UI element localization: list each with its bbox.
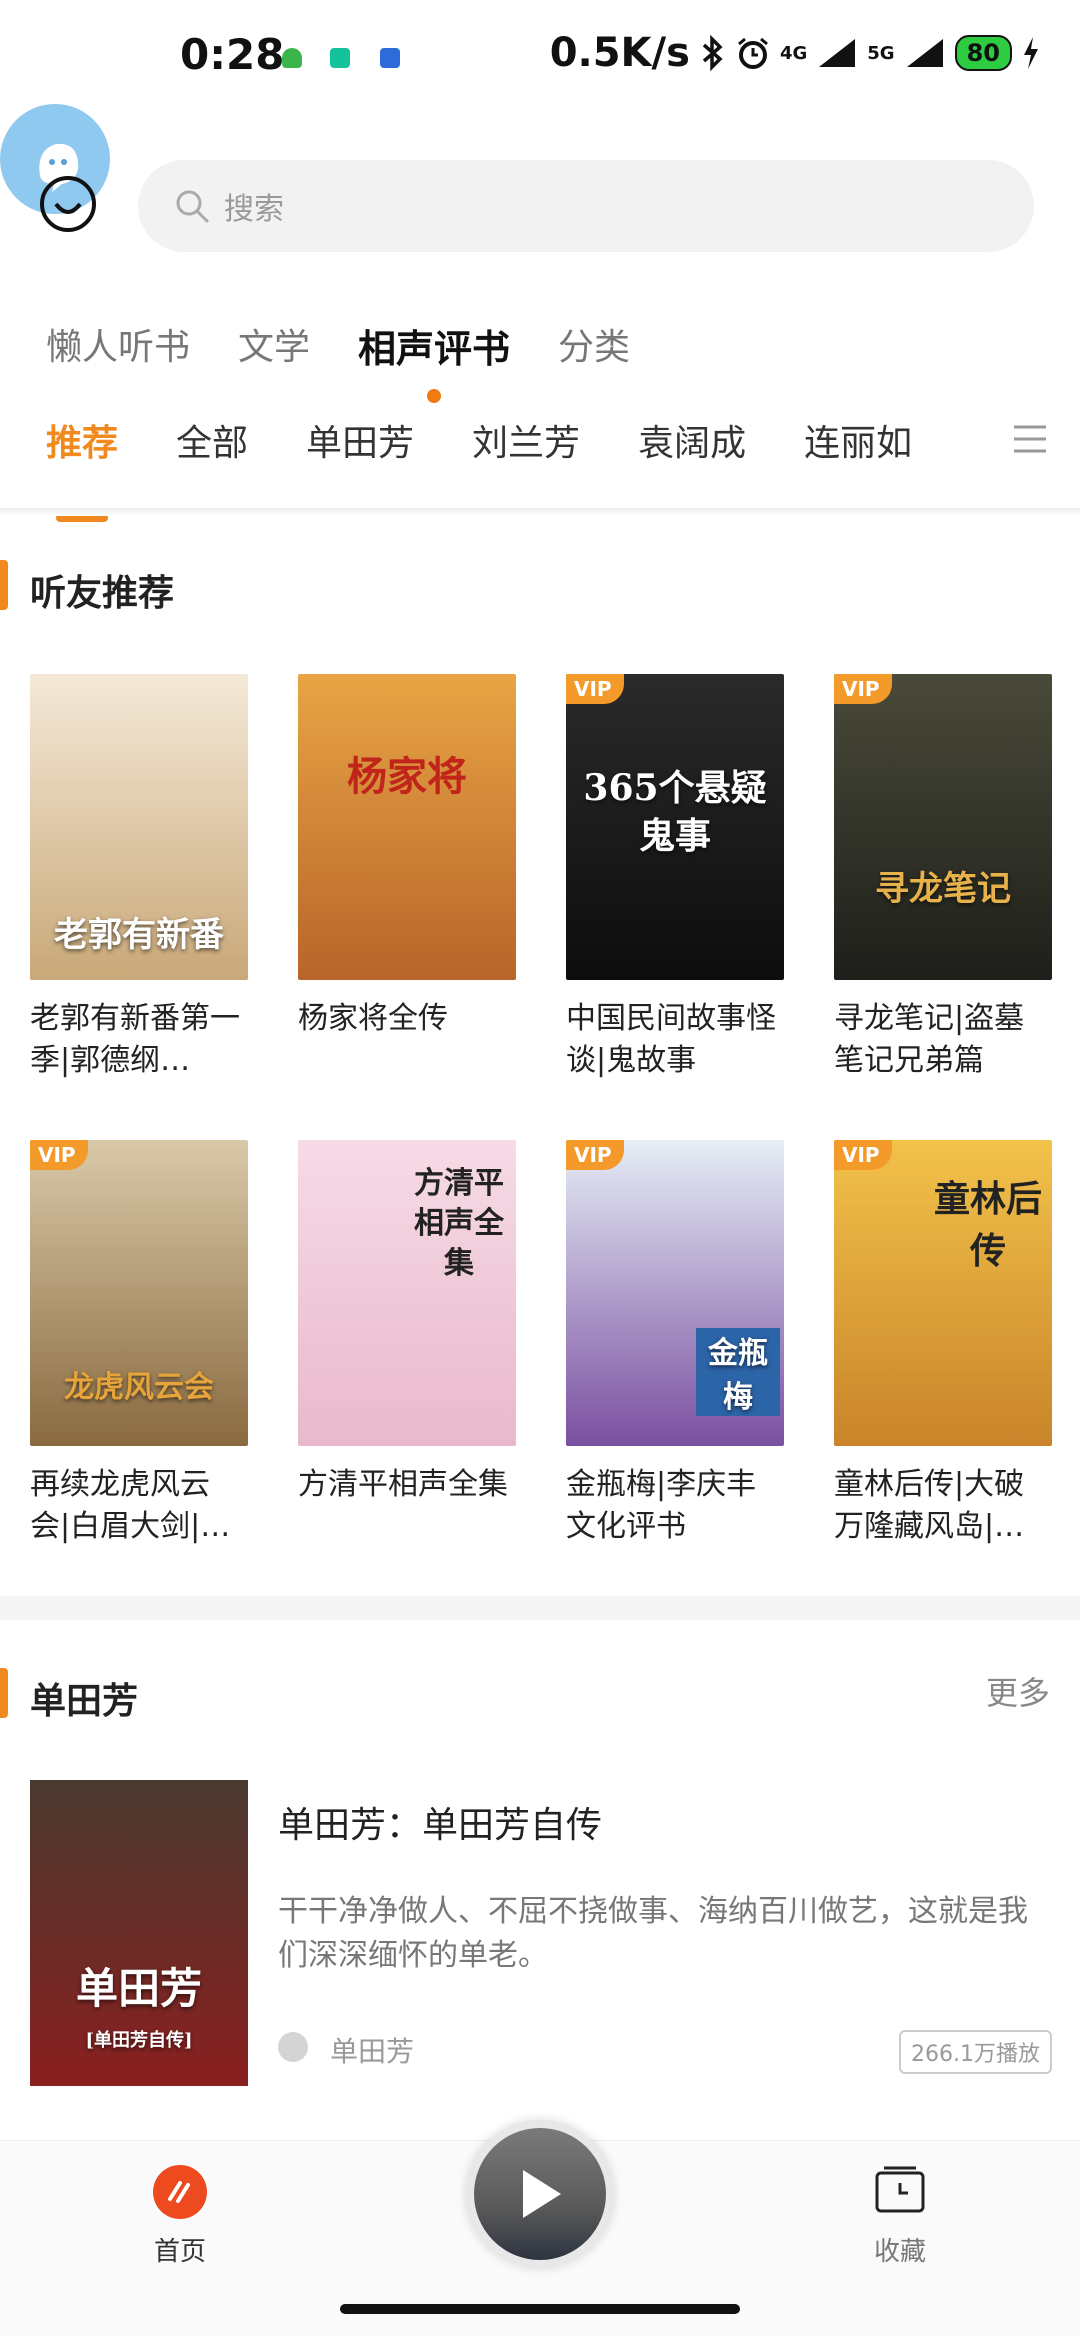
vip-badge: VIP [834,674,892,704]
tab-crosstalk[interactable]: 相声评书 [358,318,511,403]
cover-title-text: 方清平 相声全集 [414,1166,504,1281]
book-title: 杨家将全传 [298,1001,448,1036]
net-5g-label: 5G [867,42,895,64]
tab-crosstalk-label: 相声评书 [358,327,511,371]
anchor-mic-icon [278,2032,308,2062]
status-time: 0:28 [180,30,285,79]
book-cover: 寻龙笔记 VIP [834,674,1052,980]
book-card[interactable]: 杨家将 杨家将全传 [298,674,516,1082]
book-cover: 老郭有新番 [30,674,248,980]
book-cover: 方清平 相声全集 [298,1140,516,1446]
play-icon [523,2170,561,2218]
status-right: 0.5K/s 4G 5G 80 [550,30,1040,76]
section-accent-bar [0,560,8,610]
book-card[interactable]: 方清平 相声全集 方清平相声全集 [298,1140,516,1548]
home-indicator [340,2304,740,2314]
list-item-title[interactable]: 单田芳：单田芳自传 [278,1796,602,1848]
subtab-all[interactable]: 全部 [176,414,248,466]
signal-5g-icon [906,39,943,67]
search-bar[interactable]: 搜索 [138,160,1034,252]
cover-title-text: 杨家将 [347,753,467,800]
subtab-recommend-label: 推荐 [46,423,119,464]
vip-badge: VIP [834,1140,892,1170]
list-cover-subtitle: [单田芳自传] [85,2030,193,2051]
home-icon [153,2165,207,2219]
signal-4g-icon [819,39,856,67]
shield-notification-icon [380,48,400,68]
book-card[interactable]: 龙虎风云会 VIP 再续龙虎风云会|白眉大剑|… [30,1140,248,1548]
nav-favorites-label: 收藏 [873,2237,926,2267]
subtab-yuan-kuocheng[interactable]: 袁阔成 [638,414,746,466]
vip-badge: VIP [566,674,624,704]
book-title: 方清平相声全集 [298,1467,508,1502]
status-bar: 0:28 0.5K/s 4G 5G 80 [0,0,1080,120]
shan-section-title: 单田芳 [30,1681,139,1722]
book-title: 再续龙虎风云会|白眉大剑|… [30,1467,231,1544]
book-title: 金瓶梅|李庆丰文化评书 [566,1467,757,1544]
list-item-cover[interactable]: 单田芳 [单田芳自传] [30,1780,248,2086]
nav-home[interactable]: 首页 [120,2165,240,2268]
favorites-clock-icon [875,2166,925,2213]
subtab-liu-lanfang[interactable]: 刘兰芳 [472,414,580,466]
vip-badge: VIP [30,1140,88,1170]
active-tab-dot [427,389,442,403]
cover-title-text: 寻龙笔记 [875,869,1011,909]
book-card[interactable]: 童林后传 VIP 童林后传|大破万隆藏风岛|… [834,1140,1052,1548]
profile-smile-icon[interactable] [40,176,96,232]
book-title: 寻龙笔记|盗墓笔记兄弟篇 [834,1001,1025,1078]
subtab-shan-tianfang[interactable]: 单田芳 [306,414,414,466]
recommend-section-title: 听友推荐 [30,573,175,614]
book-card[interactable]: 老郭有新番 老郭有新番第一季|郭德纲… [30,674,248,1082]
sub-tabs: 推荐 全部 单田芳 刘兰芳 袁阔成 连丽如 [46,414,912,522]
book-title: 童林后传|大破万隆藏风岛|… [834,1467,1025,1544]
book-cover: 童林后传 VIP [834,1140,1052,1446]
tab-divider [0,508,1080,516]
tab-literature[interactable]: 文学 [238,318,310,373]
cover-title-text: 365个悬疑鬼事 [583,767,767,857]
cover-title-text: 老郭有新番 [54,915,224,955]
cover-title-text: 金瓶梅 [696,1328,780,1416]
nav-home-label: 首页 [153,2237,206,2267]
more-link[interactable]: 更多 [986,1668,1050,1714]
section-accent-bar [0,1668,8,1718]
net-speed: 0.5K/s [549,30,690,76]
player-artwork [474,2128,606,2260]
list-cover-title: 单田芳 [75,1964,202,2013]
charging-icon [1024,37,1038,69]
tab-lazy-audio[interactable]: 懒人听书 [46,318,190,373]
app-notification-icon [330,48,350,68]
mini-player-button[interactable] [466,2120,614,2268]
book-cover: 龙虎风云会 VIP [30,1140,248,1446]
list-item-description: 干干净净做人、不屈不挠做事、海纳百川做艺，这就是我们深深缅怀的单老。 [278,1894,1028,1973]
net-4g-label: 4G [779,42,808,64]
search-placeholder: 搜索 [224,192,284,227]
anchor-name: 单田芳 [330,2035,415,2068]
top-tabs: 懒人听书 文学 相声评书 分类 [46,318,630,403]
book-card[interactable]: 365个悬疑鬼事 VIP 中国民间故事怪谈|鬼故事 [566,674,784,1082]
book-title: 中国民间故事怪谈|鬼故事 [566,1001,776,1078]
book-cover: 杨家将 [298,674,516,980]
section-divider [0,1596,1080,1620]
book-cover: 365个悬疑鬼事 VIP [566,674,784,980]
subtab-lian-liru[interactable]: 连丽如 [804,414,912,466]
cover-title-text: 龙虎风云会 [64,1370,214,1405]
bluetooth-icon [702,35,723,71]
search-icon [176,190,209,223]
menu-icon[interactable] [1012,424,1048,454]
subtab-recommend[interactable]: 推荐 [46,414,119,522]
cover-title-text: 童林后传 [933,1178,1042,1272]
book-title: 老郭有新番第一季|郭德纲… [30,1001,240,1078]
book-card[interactable]: 寻龙笔记 VIP 寻龙笔记|盗墓笔记兄弟篇 [834,674,1052,1082]
book-card[interactable]: 金瓶梅 VIP 金瓶梅|李庆丰文化评书 [566,1140,784,1548]
recommend-grid: 老郭有新番 老郭有新番第一季|郭德纲… 杨家将 杨家将全传 365个悬疑鬼事 V… [30,674,1052,1548]
play-count-badge: 266.1万播放 [899,2030,1052,2074]
android-icon [282,48,302,68]
vip-badge: VIP [566,1140,624,1170]
nav-favorites[interactable]: 收藏 [840,2165,960,2268]
battery-indicator: 80 [954,35,1012,71]
alarm-icon [738,37,768,69]
tab-category[interactable]: 分类 [558,318,630,373]
book-cover: 金瓶梅 VIP [566,1140,784,1446]
